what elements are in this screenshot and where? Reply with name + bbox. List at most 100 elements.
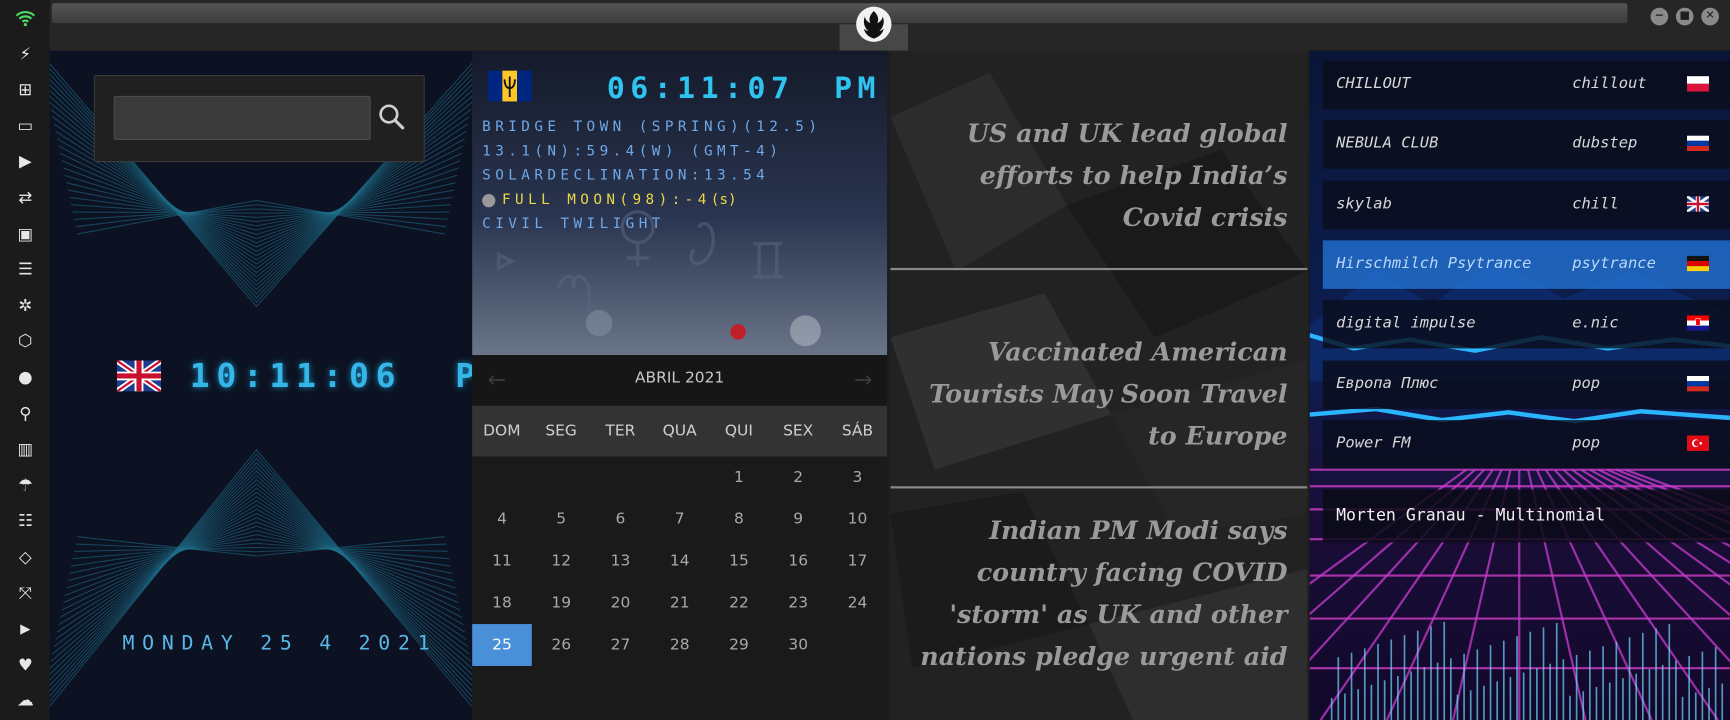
calendar-day[interactable]: 2 (768, 456, 828, 498)
heart-icon[interactable]: ♥ (10, 653, 41, 677)
station-genre: chill (1572, 194, 1619, 213)
calendar-day[interactable]: 14 (650, 540, 710, 582)
calendar-day[interactable]: 24 (828, 582, 888, 624)
station-genre: pop (1572, 374, 1601, 392)
station-name: Power FM (1336, 434, 1411, 452)
poland-flag-icon (1686, 76, 1710, 92)
weekday-label: SÁB (841, 422, 874, 440)
calendar-day[interactable]: 4 (472, 498, 532, 540)
next-month-button[interactable]: → (854, 366, 872, 392)
calendar-day[interactable]: 15 (709, 540, 769, 582)
station-genre: psytrance (1572, 254, 1656, 273)
remote-clock-ampm: PM (834, 71, 882, 106)
calendar-day[interactable]: 6 (591, 498, 651, 540)
news-item[interactable]: Vaccinated American Tourists May Soon Tr… (904, 332, 1287, 458)
moon-icon (482, 193, 496, 207)
image-icon[interactable]: ▣ (10, 221, 41, 245)
archive-icon[interactable]: ▭ (10, 113, 41, 137)
astro-sky: 06:11:07 PM BRIDGE TOWN (SPRING)(12.5) 1… (472, 50, 888, 356)
clock-panel: 10:11:06 PM MONDAY 25 4 2021 (49, 50, 473, 720)
wifi-icon[interactable] (10, 6, 41, 30)
search-box (93, 74, 425, 163)
radio-panel: CHILLOUT chillout NEBULA CLUB dubstep skylab… (1309, 50, 1730, 720)
youtube-icon[interactable]: ▶ (10, 617, 41, 641)
station-row[interactable]: digital impulse e.nic (1322, 300, 1730, 349)
search-icon[interactable]: ⚲ (10, 401, 41, 425)
bolt-icon[interactable]: ⚡ (10, 41, 41, 65)
globe-icon[interactable]: ● (10, 365, 41, 389)
calendar-day[interactable]: 18 (472, 582, 532, 624)
title-drag-bar[interactable] (51, 3, 1628, 24)
app-window: ⚡ ⊞ ▭ ▶ ⇄ ▣ ☰ ✲ ⬡ ● ⚲ ▥ ☂ ☷ ◇ ⤧ ▶ ♥ ☁ − ■ ✕ 10:11:06 (0, 0, 1730, 720)
calendar-day[interactable]: 22 (709, 582, 769, 624)
moon-line: FULL MOON(98):-4(s) (482, 192, 737, 208)
code-icon[interactable]: ◇ (10, 545, 41, 569)
calendar-day[interactable]: 26 (531, 624, 591, 666)
calendar-day[interactable]: 29 (709, 624, 769, 666)
news-item[interactable]: US and UK lead global efforts to help In… (904, 114, 1288, 240)
calendar-day[interactable]: 13 (591, 540, 651, 582)
station-row-active[interactable]: Hirschmilch Psytrance psytrance (1322, 240, 1730, 289)
local-clock-time: 10:11:06 (189, 357, 403, 396)
station-row[interactable]: Европа Плюс pop (1322, 359, 1730, 409)
station-name: NEBULA CLUB (1336, 134, 1439, 153)
rebel-logo-icon (856, 6, 892, 42)
calendar-day[interactable]: 7 (650, 498, 710, 540)
search-input[interactable] (113, 95, 371, 141)
station-name: Европа Плюс (1336, 374, 1439, 392)
calendar-day[interactable]: 27 (591, 624, 651, 666)
calendar-day[interactable]: 9 (768, 498, 828, 540)
croatia-flag-icon (1686, 315, 1710, 331)
calendar-day[interactable]: 8 (709, 498, 769, 540)
play-icon[interactable]: ▶ (10, 149, 41, 173)
translate-icon[interactable]: ⇄ (10, 185, 41, 209)
map-icon[interactable]: ▥ (10, 437, 41, 461)
station-genre: dubstep (1572, 134, 1638, 153)
cloud-icon[interactable]: ☁ (10, 688, 41, 712)
calendar-day[interactable]: 16 (768, 540, 828, 582)
maximize-button[interactable]: ■ (1675, 7, 1694, 26)
newspaper-icon[interactable]: ☰ (10, 257, 41, 281)
calendar-day[interactable]: 1 (709, 456, 769, 498)
calendar-day[interactable]: 20 (591, 582, 651, 624)
minimize-button[interactable]: − (1650, 7, 1669, 26)
russia-flag-icon (1686, 135, 1710, 152)
umbrella-icon[interactable]: ☂ (10, 473, 41, 497)
station-row[interactable]: NEBULA CLUB dubstep (1322, 120, 1730, 170)
news-item[interactable]: Indian PM Modi says country facing COVID… (904, 511, 1287, 679)
solar-line: SOLARDECLINATION:13.54 (482, 167, 770, 185)
cube-icon[interactable]: ⬡ (10, 329, 41, 353)
sidebar: ⚡ ⊞ ▭ ▶ ⇄ ▣ ☰ ✲ ⬡ ● ⚲ ▥ ☂ ☷ ◇ ⤧ ▶ ♥ ☁ (0, 0, 50, 720)
expand-icon[interactable]: ⤧ (10, 581, 41, 605)
calendar-day[interactable]: 10 (828, 498, 888, 540)
calendar-day[interactable]: 3 (828, 456, 888, 498)
news-divider (890, 486, 1308, 489)
local-clock-ampm: PM (455, 357, 472, 396)
news-divider (890, 267, 1308, 271)
calendar-day[interactable]: 5 (531, 498, 591, 540)
close-button[interactable]: ✕ (1701, 7, 1719, 26)
calendar-day[interactable]: 28 (650, 624, 710, 666)
station-name: Hirschmilch Psytrance (1336, 254, 1532, 273)
station-genre: e.nic (1572, 314, 1619, 333)
station-row[interactable]: skylab chill (1322, 180, 1730, 229)
weekday-label: QUI (724, 422, 753, 440)
russia-flag-icon (1686, 375, 1710, 391)
contacts-icon[interactable]: ☷ (10, 509, 41, 533)
calendar-day[interactable]: 21 (650, 582, 710, 624)
calendar-day-selected[interactable]: 25 (472, 624, 532, 666)
calendar-day[interactable]: 19 (531, 582, 591, 624)
windows-icon[interactable]: ⊞ (10, 77, 41, 101)
calendar-day[interactable]: 30 (768, 624, 828, 666)
settings-icon[interactable]: ✲ (10, 293, 41, 317)
calendar-day[interactable]: 23 (768, 582, 828, 624)
calendar-day[interactable]: 11 (472, 540, 532, 582)
calendar-day[interactable]: 12 (531, 540, 591, 582)
station-row[interactable]: CHILLOUT chillout (1322, 60, 1730, 110)
location-line: BRIDGE TOWN (SPRING)(12.5) (482, 119, 822, 136)
weekday-label: DOM (483, 422, 521, 440)
station-row[interactable]: Power FM pop (1322, 419, 1730, 469)
search-icon[interactable] (377, 103, 406, 132)
calendar-day[interactable]: 17 (828, 540, 888, 582)
local-clock: 10:11:06 PM (190, 357, 472, 396)
